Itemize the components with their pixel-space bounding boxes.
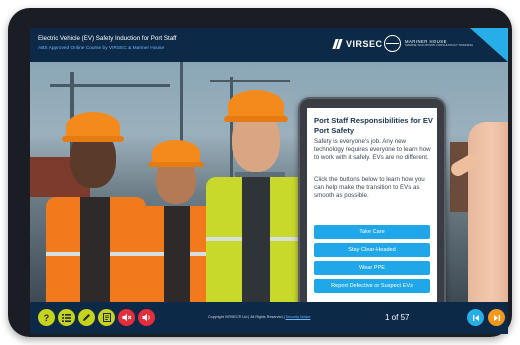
course-subtitle: ABS Approved Online Course by VIRSEC & M… <box>38 46 165 51</box>
copyright-text: Copyright VIRSEC® Ltd | All Rights Reser… <box>208 315 285 319</box>
tablet-device-frame: Electric Vehicle (EV) Safety Induction f… <box>8 8 512 337</box>
virsec-logo-icon <box>332 39 343 49</box>
course-screen: Electric Vehicle (EV) Safety Induction f… <box>30 28 508 334</box>
hard-hat-brim <box>148 162 204 167</box>
mariner-house-logo-icon <box>384 35 401 52</box>
resources-button[interactable] <box>98 309 115 326</box>
hard-hat-brim <box>224 116 288 122</box>
header-accent-shape <box>470 28 508 62</box>
shirt <box>164 206 190 302</box>
security-notice-link[interactable]: Security Notice <box>286 315 311 319</box>
help-button[interactable]: ? <box>38 309 55 326</box>
mariner-house-tagline: MARINE SOLUTIONS CONSULTANCY TRAINING <box>405 43 473 48</box>
phone-screen: Port Staff Responsibilities for EV Port … <box>307 108 437 302</box>
shirt <box>242 177 270 302</box>
speaker-icon <box>142 313 150 322</box>
phone-paragraph-1: Safety is everyone's job. Any new techno… <box>314 138 431 161</box>
stay-clear-headed-button[interactable]: Stay Clear-Headed <box>314 243 430 257</box>
volume-button[interactable] <box>138 309 155 326</box>
document-icon <box>102 313 111 322</box>
crane-boom <box>50 84 170 87</box>
course-footer: ? Copyright VIRSEC® Ltd | All Rights Res… <box>30 302 508 334</box>
hand-holding-phone <box>468 122 508 302</box>
virsec-logo: VIRSEC <box>332 39 383 49</box>
course-header: Electric Vehicle (EV) Safety Induction f… <box>30 28 508 62</box>
worker-right <box>202 82 312 302</box>
port-workers-photo: Port Staff Responsibilities for EV Port … <box>30 62 508 302</box>
pencil-icon <box>83 314 90 321</box>
skip-back-icon <box>472 314 479 321</box>
phone-paragraph-2: Click the buttons below to learn how you… <box>314 176 425 199</box>
phone-title: Port Staff Responsibilities for EV Port … <box>314 116 433 135</box>
take-care-button[interactable]: Take Care <box>314 225 430 239</box>
next-page-button[interactable] <box>488 309 505 326</box>
phone-device: Port Staff Responsibilities for EV Port … <box>298 97 446 302</box>
shirt <box>80 197 110 302</box>
question-icon: ? <box>43 312 50 323</box>
speaker-muted-icon <box>122 313 131 322</box>
skip-forward-icon <box>493 314 500 321</box>
hard-hat-brim <box>62 136 124 142</box>
page-counter: 1 of 57 <box>385 313 410 322</box>
report-defective-evs-button[interactable]: Report Defective or Suspect EVs <box>314 279 430 293</box>
mariner-house-logo: MARINER HOUSE MARINE SOLUTIONS CONSULTAN… <box>384 35 473 52</box>
notes-button[interactable] <box>78 309 95 326</box>
copyright-notice: Copyright VIRSEC® Ltd | All Rights Reser… <box>208 315 310 319</box>
virsec-logo-text: VIRSEC <box>346 39 383 49</box>
wear-ppe-button[interactable]: Wear PPE <box>314 261 430 275</box>
list-icon <box>62 313 71 322</box>
mariner-house-text: MARINER HOUSE MARINE SOLUTIONS CONSULTAN… <box>405 39 473 48</box>
audio-off-button[interactable] <box>118 309 135 326</box>
menu-button[interactable] <box>58 309 75 326</box>
course-title: Electric Vehicle (EV) Safety Induction f… <box>38 35 177 42</box>
previous-page-button[interactable] <box>467 309 484 326</box>
